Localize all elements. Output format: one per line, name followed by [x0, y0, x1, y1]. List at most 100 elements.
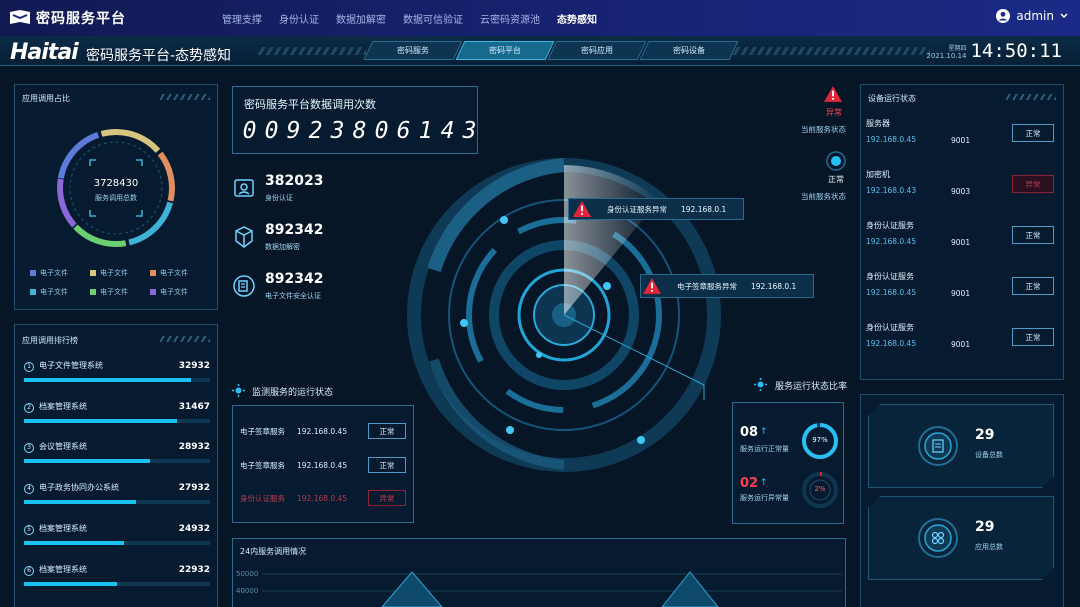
- ratio-icon: [754, 378, 767, 391]
- usage-total-label: 服务调用总数: [95, 194, 137, 202]
- date: 2021.10.14: [926, 51, 967, 60]
- header-stripes-left: [258, 47, 366, 55]
- time: 14:50:11: [970, 40, 1062, 62]
- hourly-chart-title: 24内服务调用情况: [240, 547, 307, 556]
- service-status-button[interactable]: 异常: [368, 490, 406, 506]
- stat-label: 身份认证: [265, 194, 293, 202]
- counter-digit: 9: [286, 118, 301, 144]
- ranking-row[interactable]: 5 档案管理系统 24932: [24, 523, 210, 545]
- tab-crypto-device[interactable]: 密码设备: [639, 41, 739, 60]
- rank-bar: [24, 377, 210, 382]
- device-item[interactable]: 身份认证服务 192.168.0.45 9001 正常: [866, 220, 1056, 256]
- company-logo: Haitai: [10, 40, 79, 65]
- device-status-title: 设备运行状态: [868, 94, 916, 103]
- usage-ratio-title: 应用调用占比: [22, 94, 70, 103]
- device-item[interactable]: 服务器 192.168.0.45 9001 正常: [866, 118, 1056, 154]
- ranking-row[interactable]: 1 电子文件管理系统 32932: [24, 360, 210, 382]
- arrow-up-icon: ↑: [760, 427, 768, 437]
- ranking-row[interactable]: 3 会议管理系统 28932: [24, 441, 210, 463]
- monitor-row-error[interactable]: 身份认证服务 192.168.0.45 异常: [240, 490, 406, 506]
- user-menu[interactable]: admin: [996, 9, 1068, 23]
- rank-bar: [24, 418, 210, 423]
- device-item[interactable]: 加密机 192.168.0.43 9003 异常: [866, 169, 1056, 205]
- abnormal-label: 异常: [826, 108, 842, 117]
- tab-crypto-service[interactable]: 密码服务: [363, 41, 463, 60]
- header-stripes-right: [730, 47, 930, 55]
- app-total-value: 29: [975, 519, 995, 535]
- usage-legend: 电子文件 电子文件 电子文件 电子文件 电子文件 电子文件: [30, 268, 210, 297]
- app-total-card[interactable]: 29 应用总数: [868, 496, 1054, 580]
- nav-item-trust-verify[interactable]: 数据可信验证: [403, 11, 463, 26]
- rank-badge: 1: [24, 361, 34, 372]
- device-port: 9001: [951, 238, 971, 247]
- weekday: 星期四: [948, 44, 967, 52]
- alert-label: 电子签章服务异常: [677, 281, 737, 291]
- device-status-button[interactable]: 正常: [1012, 226, 1054, 244]
- stat-label: 数据加解密: [265, 243, 300, 251]
- tab-crypto-platform[interactable]: 密码平台: [455, 41, 555, 60]
- counter-digit: 0: [242, 118, 257, 144]
- app-name: 电子文件管理系统: [39, 361, 103, 370]
- stat-value: 382023: [265, 173, 324, 189]
- nav-item-management[interactable]: 管理支撑: [222, 11, 262, 26]
- ranking-row[interactable]: 6 档案管理系统 22932: [24, 564, 210, 586]
- ranking-row[interactable]: 2 档案管理系统 31467: [24, 401, 210, 423]
- section-tabs: 密码服务 密码平台 密码应用 密码设备: [363, 41, 739, 60]
- clock: 星期四 2021.10.14 14:50:11: [926, 40, 1062, 62]
- device-item[interactable]: 身份认证服务 192.168.0.45 9001 正常: [866, 271, 1056, 307]
- file-security-icon: [233, 275, 255, 297]
- ranking-row[interactable]: 4 电子政务协同办公系统 27932: [24, 482, 210, 504]
- rank-bar-fill: [24, 377, 192, 382]
- app-count: 24932: [178, 523, 210, 534]
- ratio-title: 服务运行状态比率: [775, 382, 848, 392]
- device-status-button[interactable]: 正常: [1012, 124, 1054, 142]
- nav-item-encryption[interactable]: 数据加解密: [336, 11, 386, 26]
- service-name: 电子签章服务: [240, 460, 285, 470]
- rank-bar: [24, 540, 210, 545]
- app-count: 22932: [178, 564, 210, 575]
- monitor-row[interactable]: 电子签章服务 192.168.0.45 正常: [240, 423, 406, 439]
- alert-ip: 192.168.0.1: [751, 281, 797, 291]
- abnormal-caption: 当前服务状态: [801, 125, 846, 134]
- device-port: 9001: [951, 340, 971, 349]
- rank-bar-fill: [24, 540, 125, 545]
- service-status-button[interactable]: 正常: [368, 423, 406, 439]
- app-name: 电子政务协同办公系统: [39, 483, 119, 492]
- device-total-value: 29: [975, 427, 995, 443]
- app-name: 档案管理系统: [39, 565, 87, 574]
- cubes-icon: [235, 226, 253, 248]
- legend-item: 电子文件: [150, 287, 210, 297]
- brand[interactable]: 密码服务平台: [10, 7, 126, 29]
- app-count: 28932: [178, 441, 210, 452]
- rank-bar: [24, 499, 210, 504]
- service-name: 身份认证服务: [240, 493, 285, 503]
- monitor-row[interactable]: 电子签章服务 192.168.0.45 正常: [240, 457, 406, 473]
- radar-alert-callout[interactable]: 身份认证服务异常 192.168.0.1: [568, 198, 744, 220]
- service-status-button[interactable]: 正常: [368, 457, 406, 473]
- device-icon: [917, 425, 959, 467]
- app-name: 会议管理系统: [39, 442, 87, 451]
- device-total-card[interactable]: 29 设备总数: [868, 404, 1054, 488]
- legend-swatch: [90, 289, 96, 295]
- stat-value: 892342: [265, 271, 324, 287]
- nav-item-cloud-pool[interactable]: 云密码资源池: [480, 11, 540, 26]
- nav-item-situation[interactable]: 态势感知: [557, 11, 597, 26]
- main-nav: 管理支撑 身份认证 数据加解密 数据可信验证 云密码资源池 态势感知: [222, 0, 597, 36]
- nav-item-identity[interactable]: 身份认证: [279, 11, 319, 26]
- stat-value: 892342: [265, 222, 324, 238]
- device-item[interactable]: 身份认证服务 192.168.0.45 9001 正常: [866, 322, 1056, 358]
- monitor-icon: [232, 384, 245, 397]
- rank-bar-fill: [24, 581, 117, 586]
- ranking-title: 应用调用排行榜: [22, 336, 78, 345]
- legend-item: 电子文件: [90, 268, 150, 278]
- legend-swatch: [150, 289, 156, 295]
- legend-item: 电子文件: [150, 268, 210, 278]
- device-status-button[interactable]: 正常: [1012, 277, 1054, 295]
- normal-label: 正常: [828, 175, 844, 184]
- radar-alert-callout[interactable]: 电子签章服务异常 192.168.0.1: [640, 274, 814, 298]
- device-status-button[interactable]: 异常: [1012, 175, 1054, 193]
- device-status-button[interactable]: 正常: [1012, 328, 1054, 346]
- tab-crypto-application[interactable]: 密码应用: [547, 41, 647, 60]
- legend-item: 电子文件: [90, 287, 150, 297]
- device-port: 9003: [951, 187, 971, 196]
